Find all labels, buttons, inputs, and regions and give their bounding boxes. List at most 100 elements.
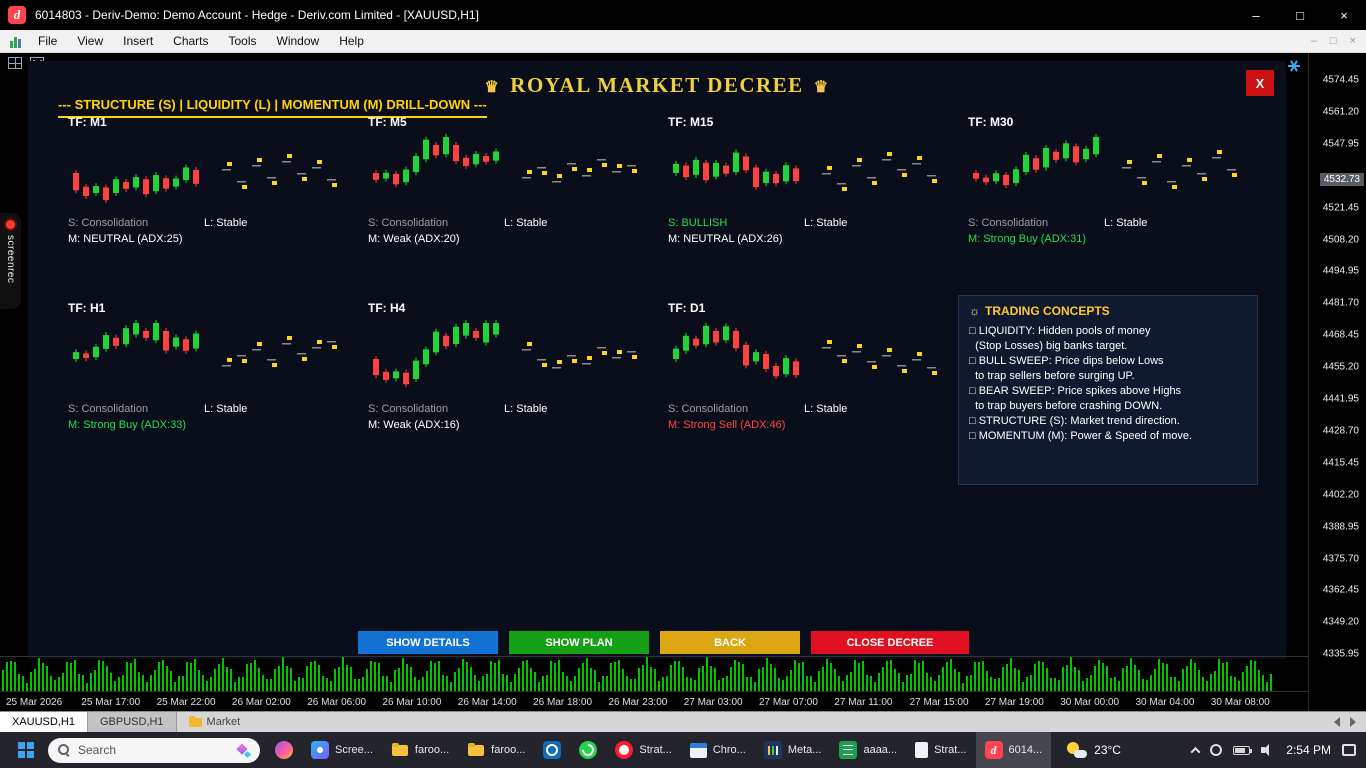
structure-status-h4: S: Consolidation bbox=[368, 403, 449, 415]
concepts-header: ☼ TRADING CONCEPTS bbox=[969, 304, 1247, 318]
price-axis-label: 4521.45 bbox=[1322, 202, 1359, 214]
taskbar-item-chro[interactable]: Chro... bbox=[681, 732, 755, 768]
time-axis-label: 25 Mar 2026 bbox=[6, 697, 63, 708]
taskbar-item-outlook[interactable] bbox=[534, 732, 570, 768]
structure-status-m15: S: BULLISH bbox=[668, 217, 728, 229]
tf-charts-h4 bbox=[368, 319, 664, 395]
menu-item-tools[interactable]: Tools bbox=[219, 31, 267, 51]
screenrec-widget[interactable]: screenrec bbox=[0, 213, 21, 309]
price-axis-label: 4388.95 bbox=[1322, 521, 1359, 533]
taskbar-item-6014[interactable]: d 6014... bbox=[975, 732, 1052, 768]
taskbar-item-label: Chro... bbox=[712, 744, 746, 756]
deriv-icon: d bbox=[984, 741, 1003, 759]
price-axis-label: 4481.70 bbox=[1322, 297, 1359, 309]
taskbar-clock[interactable]: 2:54 PM bbox=[1286, 743, 1331, 757]
market-folder-icon bbox=[188, 715, 202, 727]
tf-charts-m30 bbox=[968, 133, 1264, 209]
menu-items: File View Insert Charts Tools Window Help bbox=[28, 31, 374, 51]
menu-item-charts[interactable]: Charts bbox=[163, 31, 218, 51]
taskbar-item-meta[interactable]: Meta... bbox=[755, 732, 831, 768]
market-chip[interactable]: Market bbox=[188, 712, 241, 732]
tray-clock-icon[interactable] bbox=[1210, 744, 1223, 756]
menu-item-file[interactable]: File bbox=[28, 31, 67, 51]
minimize-button[interactable]: – bbox=[1234, 0, 1278, 30]
tab-scroll-left-icon[interactable] bbox=[1334, 717, 1340, 727]
trading-concepts-box: ☼ TRADING CONCEPTS □ LIQUIDITY: Hidden p… bbox=[958, 295, 1258, 485]
menu-item-help[interactable]: Help bbox=[329, 31, 374, 51]
search-icon bbox=[58, 744, 70, 756]
maximize-button[interactable]: □ bbox=[1278, 0, 1322, 30]
taskbar-item-label: aaaa... bbox=[863, 744, 898, 756]
time-axis-label: 27 Mar 07:00 bbox=[759, 697, 818, 708]
tab-scroll-controls bbox=[1334, 712, 1356, 732]
weather-widget[interactable]: 23°C bbox=[1067, 742, 1121, 758]
momentum-status-m1: M: NEUTRAL (ADX:25) bbox=[68, 233, 183, 245]
tray-chevron-icon[interactable] bbox=[1190, 746, 1201, 757]
menu-item-window[interactable]: Window bbox=[267, 31, 330, 51]
show-plan-button[interactable]: SHOW PLAN bbox=[509, 631, 649, 654]
copilot-icon bbox=[275, 741, 293, 759]
taskbar-item-whatsapp[interactable] bbox=[570, 732, 606, 768]
record-dot-icon[interactable] bbox=[6, 220, 15, 229]
taskbar-item-faroo[interactable]: faroo... bbox=[382, 732, 458, 768]
concept-line: □ BEAR SWEEP: Price spikes above Highs bbox=[969, 385, 1182, 397]
taskbar-item-faroo[interactable]: faroo... bbox=[458, 732, 534, 768]
time-axis-label: 27 Mar 19:00 bbox=[984, 697, 1044, 708]
volume-bars bbox=[0, 657, 1308, 691]
indicator-icon bbox=[1288, 60, 1300, 72]
windows-logo-icon bbox=[18, 742, 34, 758]
momentum-status-h1: M: Strong Buy (ADX:33) bbox=[68, 419, 186, 431]
show-details-button[interactable]: SHOW DETAILS bbox=[358, 631, 498, 654]
close-decree-button[interactable]: CLOSE DECREE bbox=[811, 631, 969, 654]
panel-title-text: ROYAL MARKET DECREE bbox=[510, 73, 804, 97]
menu-item-insert[interactable]: Insert bbox=[113, 31, 163, 51]
tf-charts-m5 bbox=[368, 133, 664, 209]
mt5-logo-icon bbox=[10, 35, 21, 48]
start-button[interactable] bbox=[8, 732, 44, 768]
chart-area: ♛ ROYAL MARKET DECREE ♛ --- STRUCTURE (S) … bbox=[0, 53, 1366, 711]
taskbar-item-strat[interactable]: Strat... bbox=[906, 732, 975, 768]
back-button[interactable]: BACK bbox=[660, 631, 800, 654]
liquidity-status-m30: L: Stable bbox=[1104, 217, 1148, 229]
tab-scroll-right-icon[interactable] bbox=[1350, 717, 1356, 727]
taskbar-item-strat[interactable]: Strat... bbox=[606, 732, 680, 768]
time-axis-label: 25 Mar 17:00 bbox=[81, 697, 141, 708]
weather-temp: 23°C bbox=[1094, 743, 1121, 757]
liquidity-mini-chart bbox=[822, 152, 937, 191]
grid-toolbar-icon[interactable] bbox=[8, 57, 22, 69]
child-close-icon[interactable]: × bbox=[1350, 35, 1356, 47]
titlebar: d 6014803 - Deriv-Demo: Demo Account - H… bbox=[0, 0, 1366, 30]
menu-item-view[interactable]: View bbox=[67, 31, 113, 51]
taskbar-item-scree[interactable]: Scree... bbox=[302, 732, 382, 768]
system-tray: 2:54 PM bbox=[1190, 732, 1366, 768]
price-axis-label: 4349.20 bbox=[1322, 616, 1359, 628]
structure-status-m5: S: Consolidation bbox=[368, 217, 449, 229]
price-axis-label: 4574.45 bbox=[1322, 74, 1359, 86]
time-axis-label: 26 Mar 18:00 bbox=[533, 697, 593, 708]
close-button[interactable]: × bbox=[1322, 0, 1366, 30]
price-axis-label: 4508.20 bbox=[1322, 234, 1359, 245]
market-label: Market bbox=[206, 716, 241, 728]
volume-icon[interactable] bbox=[1261, 744, 1275, 756]
tf-charts-m1 bbox=[68, 133, 364, 209]
concept-line: □ STRUCTURE (S): Market trend direction. bbox=[969, 415, 1180, 427]
search-box[interactable]: Search bbox=[48, 737, 260, 763]
taskbar-item-copilot[interactable] bbox=[266, 732, 302, 768]
tab-gbpusd-h1[interactable]: GBPUSD,H1 bbox=[87, 712, 177, 732]
window-title: 6014803 - Deriv-Demo: Demo Account - Hed… bbox=[35, 8, 479, 22]
liquidity-mini-chart bbox=[222, 336, 337, 367]
child-minimize-icon[interactable]: – bbox=[1311, 35, 1317, 47]
child-restore-icon[interactable]: □ bbox=[1330, 35, 1337, 47]
tab-xauusd-h1[interactable]: XAUUSD,H1 bbox=[0, 712, 88, 732]
deriv-logo: d bbox=[8, 6, 26, 24]
time-axis-label: 26 Mar 02:00 bbox=[231, 697, 291, 708]
taskbar-item-aaaa[interactable]: aaaa... bbox=[830, 732, 906, 768]
time-axis-label: 30 Mar 08:00 bbox=[1210, 697, 1270, 708]
liquidity-status-d1: L: Stable bbox=[804, 403, 848, 415]
battery-icon[interactable] bbox=[1233, 745, 1253, 755]
opera-icon bbox=[615, 741, 634, 759]
structure-status-m30: S: Consolidation bbox=[968, 217, 1049, 229]
time-axis-label: 26 Mar 14:00 bbox=[457, 697, 517, 708]
close-decree-x-button[interactable]: X bbox=[1246, 70, 1274, 96]
action-center-icon[interactable] bbox=[1342, 744, 1356, 756]
